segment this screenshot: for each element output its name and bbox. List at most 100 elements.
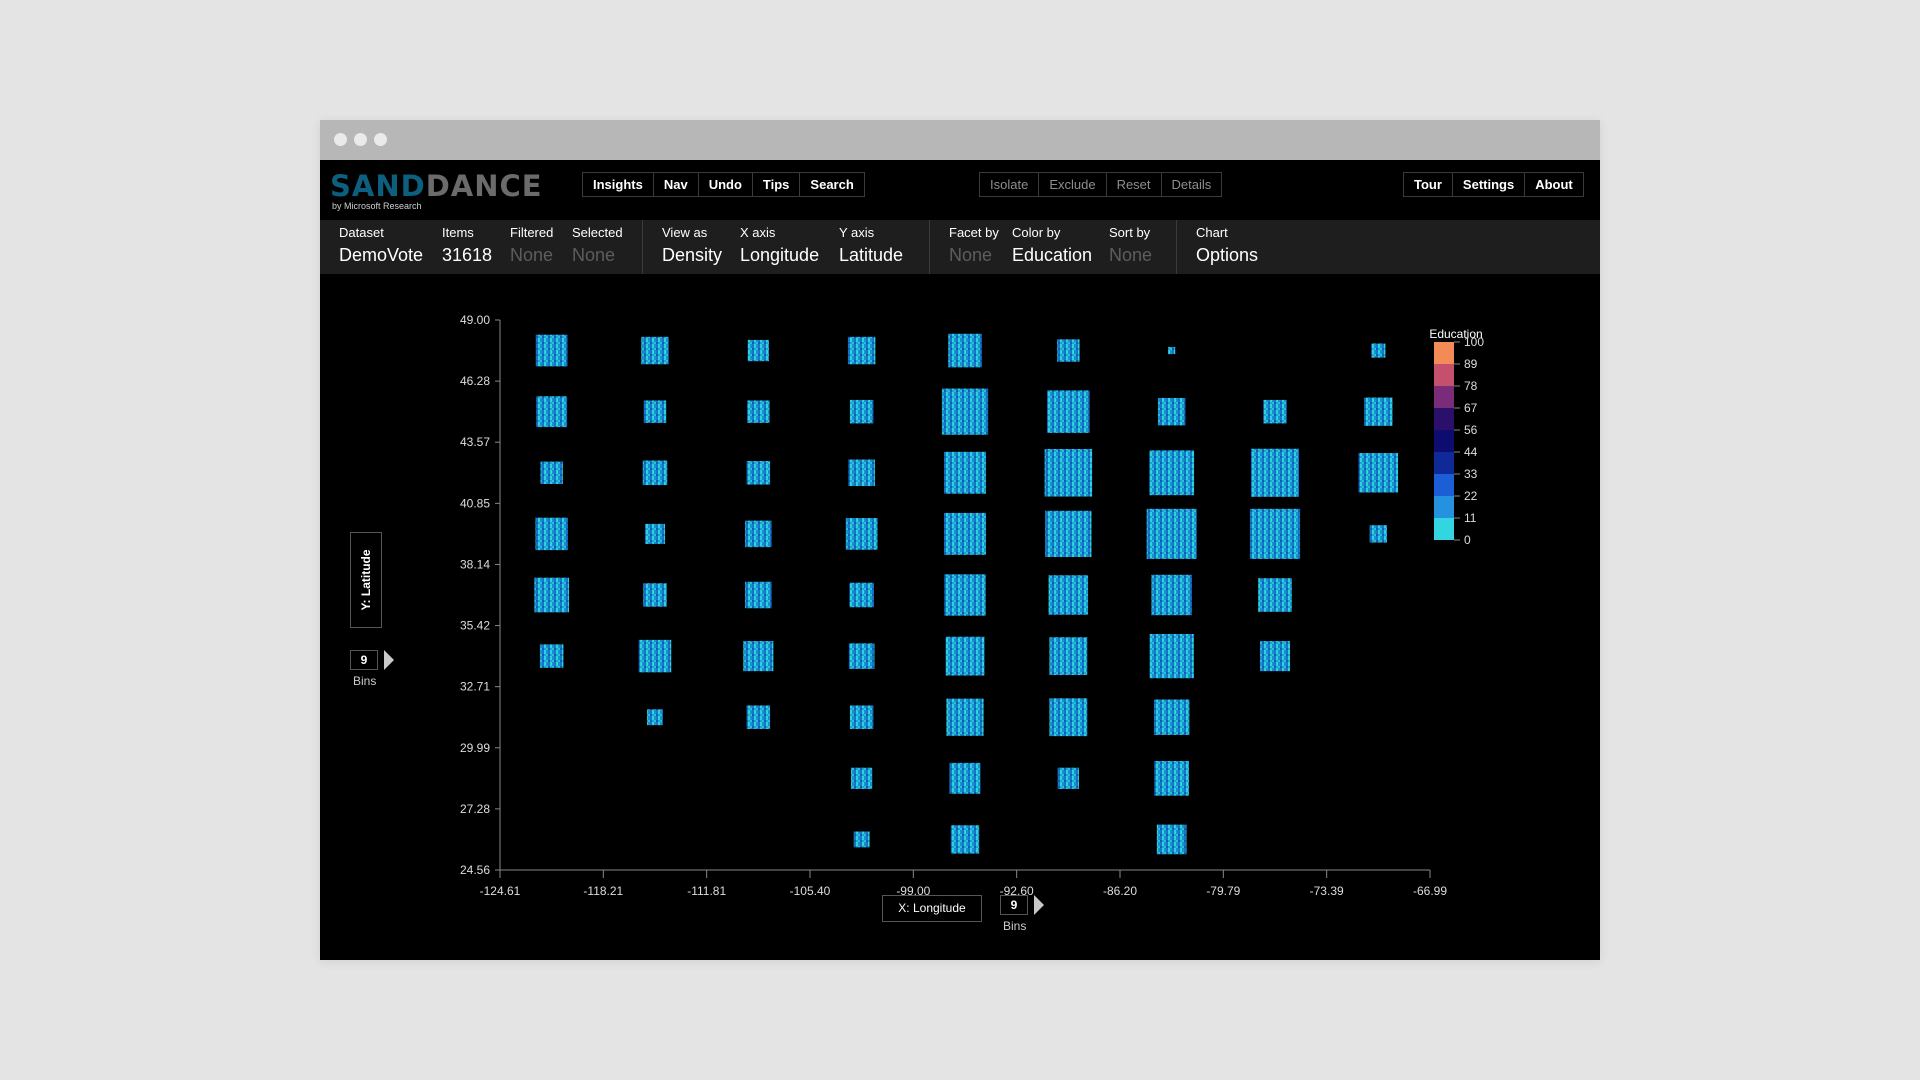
x-tick-label: -79.79	[1206, 884, 1240, 898]
x-axis-field[interactable]: X axis Longitude	[740, 225, 819, 266]
density-cell	[944, 451, 986, 494]
y-tick-label: 46.28	[460, 374, 490, 388]
legend-swatch	[1434, 474, 1454, 496]
x-tick-label: -66.99	[1413, 884, 1447, 898]
x-bins-increment-arrow-icon[interactable]	[1034, 895, 1044, 915]
tips-button[interactable]: Tips	[753, 173, 801, 196]
density-cell	[1156, 824, 1187, 855]
density-cell	[944, 574, 986, 616]
y-bins-input[interactable]: 9	[350, 650, 378, 670]
settings-button[interactable]: Settings	[1453, 173, 1526, 196]
search-button[interactable]: Search	[800, 173, 863, 196]
density-cell	[1168, 347, 1176, 355]
density-cell	[845, 518, 878, 550]
density-cell	[1358, 453, 1399, 493]
filtered-label: Filtered	[510, 225, 554, 240]
density-cell	[849, 705, 874, 729]
sanddance-logo: SANDDANCE by Microsoft Research	[330, 169, 542, 212]
legend-swatch	[1434, 386, 1454, 408]
facet-by-value: None	[949, 245, 993, 265]
undo-button[interactable]: Undo	[699, 173, 753, 196]
density-cell	[539, 644, 564, 668]
legend-swatch	[1434, 342, 1454, 364]
chart-options-field[interactable]: Chart Options	[1196, 225, 1258, 266]
legend-swatch	[1434, 518, 1454, 540]
y-axis-value: Latitude	[839, 245, 904, 265]
color-by-field[interactable]: Color by Education	[1012, 225, 1092, 266]
details-button[interactable]: Details	[1162, 173, 1222, 196]
isolate-button[interactable]: Isolate	[980, 173, 1040, 196]
density-cell	[535, 334, 568, 367]
density-cell	[1249, 508, 1301, 559]
density-cell	[536, 396, 568, 428]
x-axis-selector-button[interactable]: X: Longitude	[882, 895, 982, 922]
about-button[interactable]: About	[1525, 173, 1583, 196]
density-cell	[638, 639, 672, 673]
density-cell	[535, 517, 568, 551]
legend-label: 33	[1464, 467, 1478, 481]
legend-swatch	[1434, 430, 1454, 452]
plot-area: 49.00 46.28 43.57 40.85 38.14 35.42 32.71 29.99…	[320, 274, 1600, 960]
density-cell	[853, 831, 870, 848]
y-bins-increment-arrow-icon[interactable]	[384, 650, 394, 670]
density-chart[interactable]: 49.00 46.28 43.57 40.85 38.14 35.42 32.71 29.99…	[320, 274, 1600, 960]
density-cell	[946, 698, 984, 736]
x-tick-label: -86.20	[1103, 884, 1137, 898]
sort-by-field[interactable]: Sort by None	[1109, 225, 1152, 266]
y-tick-label: 29.99	[460, 741, 490, 755]
y-tick-label: 40.85	[460, 496, 490, 510]
x-bins-input[interactable]: 9	[1000, 895, 1028, 915]
x-axis-label: X axis	[740, 225, 776, 240]
density-cell	[1045, 510, 1092, 557]
items-value: 31618	[442, 245, 493, 265]
tour-button[interactable]: Tour	[1404, 173, 1453, 196]
facet-by-field[interactable]: Facet by None	[949, 225, 999, 266]
legend-swatch	[1434, 496, 1454, 518]
x-tick-label: -118.21	[583, 884, 623, 898]
filtered-field: Filtered None	[510, 225, 553, 266]
selected-label: Selected	[572, 225, 623, 240]
selected-field: Selected None	[572, 225, 623, 266]
x-bins-label: Bins	[1003, 919, 1027, 933]
toolbar-divider	[929, 220, 930, 274]
view-as-value: Density	[662, 245, 723, 265]
sort-by-label: Sort by	[1109, 225, 1151, 240]
x-tick-label: -124.61	[480, 884, 521, 898]
density-cell	[746, 705, 771, 729]
facet-by-label: Facet by	[949, 225, 999, 240]
dataset-value: DemoVote	[339, 245, 424, 265]
density-cell	[1151, 574, 1192, 616]
y-axis-selector-button[interactable]: Y: Latitude	[350, 532, 382, 628]
density-cell	[848, 643, 875, 669]
window-maximize-dot[interactable]	[374, 133, 387, 146]
toolbar-divider	[1176, 220, 1177, 274]
density-cell	[1371, 343, 1386, 358]
dataset-field[interactable]: Dataset DemoVote	[339, 225, 423, 266]
density-cell	[1157, 397, 1186, 426]
density-cell	[1369, 525, 1388, 543]
exclude-button[interactable]: Exclude	[1039, 173, 1107, 196]
items-field: Items 31618	[442, 225, 492, 266]
density-cell	[1258, 578, 1292, 612]
density-cell	[1057, 339, 1080, 362]
dataset-label: Dataset	[339, 225, 384, 240]
density-cell	[941, 388, 989, 435]
density-cell	[644, 523, 666, 544]
sort-by-value: None	[1109, 245, 1153, 265]
reset-button[interactable]: Reset	[1107, 173, 1162, 196]
legend-label: 22	[1464, 489, 1478, 503]
options-toolbar: Dataset DemoVote Items 31618 Filtered No…	[320, 220, 1600, 274]
view-as-field[interactable]: View as Density	[662, 225, 722, 266]
density-cell	[948, 333, 982, 368]
window-minimize-dot[interactable]	[354, 133, 367, 146]
logo-text-sand: SAND	[330, 169, 426, 203]
nav-button[interactable]: Nav	[654, 173, 699, 196]
y-axis-field[interactable]: Y axis Latitude	[839, 225, 903, 266]
window-close-dot[interactable]	[334, 133, 347, 146]
density-cell	[1049, 637, 1088, 676]
x-tick-label: -111.81	[687, 884, 726, 898]
nav-button-group: Insights Nav Undo Tips Search	[582, 172, 865, 197]
y-tick-label: 35.42	[460, 619, 490, 633]
color-by-label: Color by	[1012, 225, 1061, 240]
insights-button[interactable]: Insights	[583, 173, 654, 196]
